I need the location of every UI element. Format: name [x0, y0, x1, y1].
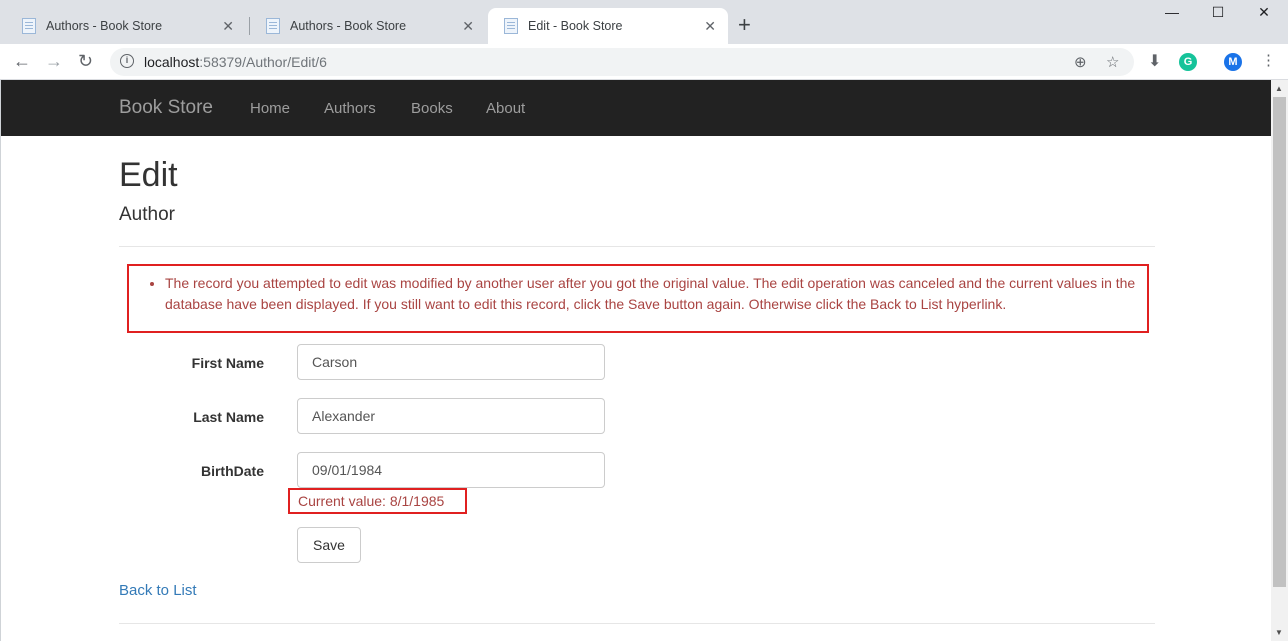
maximize-icon[interactable]: ☐	[1195, 4, 1241, 21]
error-message: The record you attempted to edit was mod…	[165, 273, 1145, 315]
new-tab-icon[interactable]: +	[738, 12, 751, 38]
last-name-input[interactable]	[297, 398, 605, 434]
validation-summary: The record you attempted to edit was mod…	[127, 264, 1149, 333]
window-close-icon[interactable]: ✕	[1241, 4, 1287, 21]
scrollbar-thumb[interactable]	[1273, 97, 1286, 587]
page-subtitle: Author	[119, 204, 175, 225]
zoom-icon[interactable]: ⊕	[1074, 53, 1087, 71]
profile-avatar[interactable]: M	[1224, 53, 1242, 71]
reload-icon[interactable]: ↻	[78, 51, 93, 72]
info-icon[interactable]: i	[120, 54, 134, 68]
page-icon	[504, 18, 518, 34]
scroll-up-icon[interactable]: ▲	[1275, 84, 1283, 93]
star-icon[interactable]: ☆	[1106, 53, 1119, 71]
scroll-down-icon[interactable]: ▼	[1275, 628, 1283, 637]
close-icon[interactable]: ✕	[222, 18, 234, 35]
close-icon[interactable]: ✕	[704, 18, 716, 35]
footer-divider	[119, 623, 1155, 624]
tab-title: Authors - Book Store	[290, 19, 407, 33]
browser-tab[interactable]: Authors - Book Store ✕	[6, 8, 246, 44]
browser-tab[interactable]: Authors - Book Store ✕	[250, 8, 486, 44]
divider	[119, 246, 1155, 247]
page-icon	[266, 18, 280, 34]
browser-toolbar: ← → ↻ i localhost:58379/Author/Edit/6 ⊕ …	[0, 44, 1288, 80]
download-icon[interactable]: ⬇	[1148, 51, 1161, 71]
page-viewport: Book Store Home Authors Books About Edit…	[0, 80, 1271, 641]
first-name-label: First Name	[191, 355, 264, 371]
first-name-input[interactable]	[297, 344, 605, 380]
url-text[interactable]: localhost:58379/Author/Edit/6	[144, 54, 327, 70]
grammarly-icon[interactable]: G	[1179, 53, 1197, 71]
birthdate-input[interactable]	[297, 452, 605, 488]
tab-title: Edit - Book Store	[528, 19, 623, 33]
nav-link-home[interactable]: Home	[250, 100, 290, 117]
minimize-icon[interactable]: —	[1149, 4, 1195, 20]
page-title: Edit	[119, 156, 178, 194]
back-arrow-icon[interactable]: ←	[13, 51, 31, 72]
site-navbar: Book Store Home Authors Books About	[1, 80, 1271, 136]
close-icon[interactable]: ✕	[462, 18, 474, 35]
url-path: :58379/Author/Edit/6	[199, 54, 327, 70]
forward-arrow-icon[interactable]: →	[45, 51, 63, 72]
brand-link[interactable]: Book Store	[119, 97, 213, 119]
back-to-list-link[interactable]: Back to List	[119, 582, 197, 599]
tab-title: Authors - Book Store	[46, 19, 163, 33]
url-host: localhost	[144, 54, 200, 70]
page-icon	[22, 18, 36, 34]
menu-icon[interactable]: ⋮	[1261, 51, 1276, 69]
save-button[interactable]: Save	[297, 527, 361, 563]
nav-link-books[interactable]: Books	[411, 100, 453, 117]
nav-link-authors[interactable]: Authors	[324, 100, 376, 117]
browser-tab-active[interactable]: Edit - Book Store ✕	[488, 8, 728, 44]
birthdate-label: BirthDate	[200, 463, 264, 479]
nav-link-about[interactable]: About	[486, 100, 525, 117]
current-value-note: Current value: 8/1/1985	[288, 488, 467, 514]
address-bar[interactable]: i localhost:58379/Author/Edit/6 ⊕ ☆	[110, 48, 1134, 76]
vertical-scrollbar[interactable]: ▲ ▼	[1271, 80, 1288, 641]
last-name-label: Last Name	[193, 409, 264, 425]
browser-tab-strip: Authors - Book Store ✕ Authors - Book St…	[0, 0, 1288, 44]
